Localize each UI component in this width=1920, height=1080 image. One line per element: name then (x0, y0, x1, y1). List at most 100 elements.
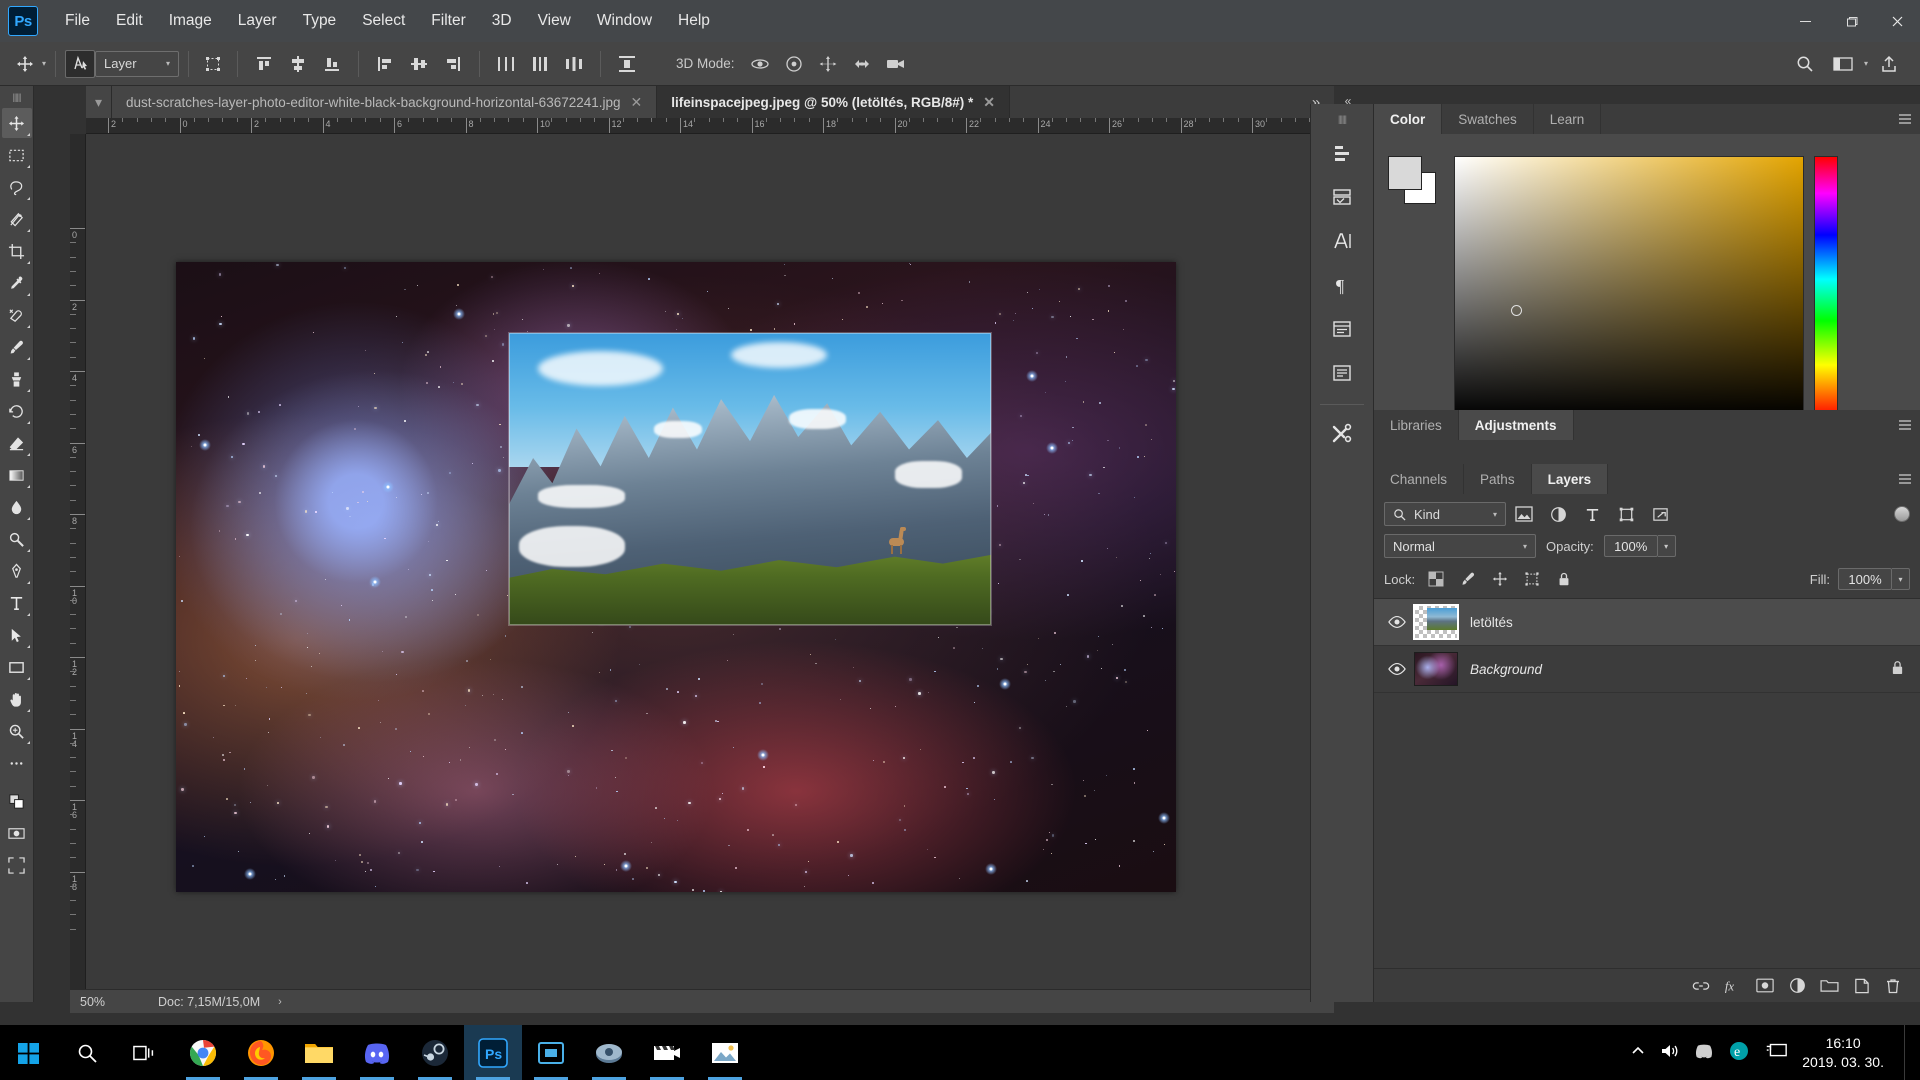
search-icon[interactable] (58, 1025, 116, 1080)
menu-filter[interactable]: Filter (418, 6, 478, 36)
firefox-taskbar-icon[interactable] (232, 1025, 290, 1080)
tools-panel-icon[interactable] (1318, 413, 1366, 455)
lock-all-icon[interactable] (1553, 568, 1575, 590)
horizontal-type-tool[interactable] (2, 588, 32, 618)
move-tool-options-caret[interactable]: ▾ (42, 59, 46, 68)
tab-swatches[interactable]: Swatches (1442, 104, 1534, 134)
blur-tool[interactable] (2, 492, 32, 522)
gradient-tool[interactable] (2, 460, 32, 490)
move-tool[interactable] (1, 108, 32, 138)
new-fill-adjustment-button[interactable] (1784, 973, 1810, 999)
tab-color[interactable]: Color (1374, 104, 1443, 134)
filter-adjustment-layers-icon[interactable] (1542, 502, 1574, 526)
video-editor-taskbar-icon[interactable] (522, 1025, 580, 1080)
edit-toolbar-tool[interactable] (2, 748, 32, 778)
layer-filter-kind-dropdown[interactable]: Kind ▾ (1384, 502, 1506, 526)
dodge-tool[interactable] (2, 524, 32, 554)
steam-taskbar-icon[interactable] (406, 1025, 464, 1080)
history-panel-icon[interactable] (1318, 132, 1366, 174)
close-button[interactable] (1874, 0, 1920, 42)
tab-layers[interactable]: Layers (1531, 464, 1609, 494)
hand-tool[interactable] (2, 684, 32, 714)
table-row[interactable]: Background (1374, 646, 1920, 693)
document-tab-2[interactable]: lifeinspacejpeg.jpeg @ 50% (letöltés, RG… (657, 86, 1010, 118)
align-left-edges-icon[interactable] (247, 50, 281, 78)
screen-mode-toggle[interactable] (2, 850, 32, 880)
share-icon[interactable] (1872, 50, 1906, 78)
history-brush-tool[interactable] (2, 396, 32, 426)
hue-slider[interactable] (1814, 156, 1838, 418)
media-app-taskbar-icon[interactable] (580, 1025, 638, 1080)
arrange-caret-icon[interactable]: ▾ (1864, 59, 1868, 68)
pen-tool[interactable] (2, 556, 32, 586)
filter-enable-toggle[interactable] (1894, 506, 1910, 522)
network-display-icon[interactable] (1764, 1041, 1788, 1064)
color-picker-marker[interactable] (1511, 305, 1522, 316)
panel-rail-grip[interactable]: |||||| (1338, 114, 1347, 124)
opacity-stepper-caret[interactable]: ▾ (1657, 535, 1676, 557)
filter-pixel-layers-icon[interactable] (1508, 502, 1540, 526)
tools-panel-grip[interactable]: |||||| (12, 92, 21, 102)
tab-libraries[interactable]: Libraries (1374, 410, 1459, 440)
search-icon[interactable] (1788, 50, 1822, 78)
panel-menu-icon[interactable] (1890, 464, 1920, 494)
rectangular-marquee-tool[interactable] (2, 140, 32, 170)
discord-tray-icon[interactable] (1694, 1043, 1714, 1062)
new-group-button[interactable] (1816, 973, 1842, 999)
task-view-icon[interactable] (116, 1025, 174, 1080)
tab-learn[interactable]: Learn (1533, 104, 1602, 134)
auto-select-kind-dropdown[interactable]: Layer ▾ (95, 50, 180, 77)
distribute-left-icon[interactable] (489, 50, 523, 78)
align-horizontal-centers-icon[interactable] (281, 50, 315, 78)
paragraph-panel-icon[interactable]: ¶ (1318, 264, 1366, 306)
clone-stamp-tool[interactable] (2, 364, 32, 394)
lock-image-pixels-icon[interactable] (1457, 568, 1479, 590)
file-explorer-taskbar-icon[interactable] (290, 1025, 348, 1080)
menu-file[interactable]: File (52, 6, 103, 36)
table-row[interactable]: letöltés (1374, 599, 1920, 646)
layer-name[interactable]: Background (1470, 662, 1542, 677)
canvas-area[interactable] (86, 134, 1334, 989)
tab-paths[interactable]: Paths (1464, 464, 1532, 494)
horizontal-ruler[interactable]: 2 0 2 4 6 8 10 12 14 16 18 20 22 24 26 28 30 (86, 118, 1334, 134)
lock-position-icon[interactable] (1489, 568, 1511, 590)
new-layer-button[interactable] (1848, 973, 1874, 999)
object-selection-tool[interactable] (2, 204, 32, 234)
discord-taskbar-icon[interactable] (348, 1025, 406, 1080)
menu-edit[interactable]: Edit (103, 6, 156, 36)
layer-style-button[interactable]: fx (1720, 973, 1746, 999)
link-layers-button[interactable] (1688, 973, 1714, 999)
filter-type-layers-icon[interactable] (1576, 502, 1608, 526)
show-hidden-icons-chevron[interactable] (1630, 1044, 1646, 1061)
notes-panel-icon[interactable] (1318, 352, 1366, 394)
arrange-documents-icon[interactable] (1826, 50, 1860, 78)
color-picker-field[interactable] (1454, 156, 1804, 418)
google-chrome-taskbar-icon[interactable] (174, 1025, 232, 1080)
menu-layer[interactable]: Layer (225, 6, 290, 36)
blend-mode-dropdown[interactable]: Normal ▾ (1384, 534, 1536, 558)
crop-tool[interactable] (2, 236, 32, 266)
fill-stepper-caret[interactable]: ▾ (1892, 568, 1910, 590)
tab-adjustments[interactable]: Adjustments (1458, 410, 1574, 440)
movie-app-taskbar-icon[interactable] (638, 1025, 696, 1080)
document-canvas[interactable] (176, 262, 1176, 892)
filter-shape-layers-icon[interactable] (1610, 502, 1642, 526)
3d-slide-icon[interactable] (845, 50, 879, 78)
lock-artboard-nesting-icon[interactable] (1521, 568, 1543, 590)
volume-icon[interactable] (1660, 1042, 1680, 1063)
distribute-spacing-icon[interactable] (610, 50, 644, 78)
lasso-tool[interactable] (2, 172, 32, 202)
menu-type[interactable]: Type (290, 6, 350, 36)
align-vertical-centers-icon[interactable] (402, 50, 436, 78)
status-bar-expand-icon[interactable]: › (278, 996, 282, 1008)
filter-smart-object-icon[interactable] (1644, 502, 1676, 526)
lock-transparent-pixels-icon[interactable] (1425, 568, 1447, 590)
maximize-button[interactable] (1828, 0, 1874, 42)
show-desktop-button[interactable] (1904, 1025, 1910, 1080)
3d-roll-icon[interactable] (777, 50, 811, 78)
menu-view[interactable]: View (525, 6, 584, 36)
brush-tool[interactable] (2, 332, 32, 362)
tab-scroll-left-icon[interactable]: ▾ (86, 86, 112, 118)
opacity-value[interactable]: 100% (1603, 535, 1658, 557)
foreground-background-swatches[interactable] (1388, 156, 1436, 204)
